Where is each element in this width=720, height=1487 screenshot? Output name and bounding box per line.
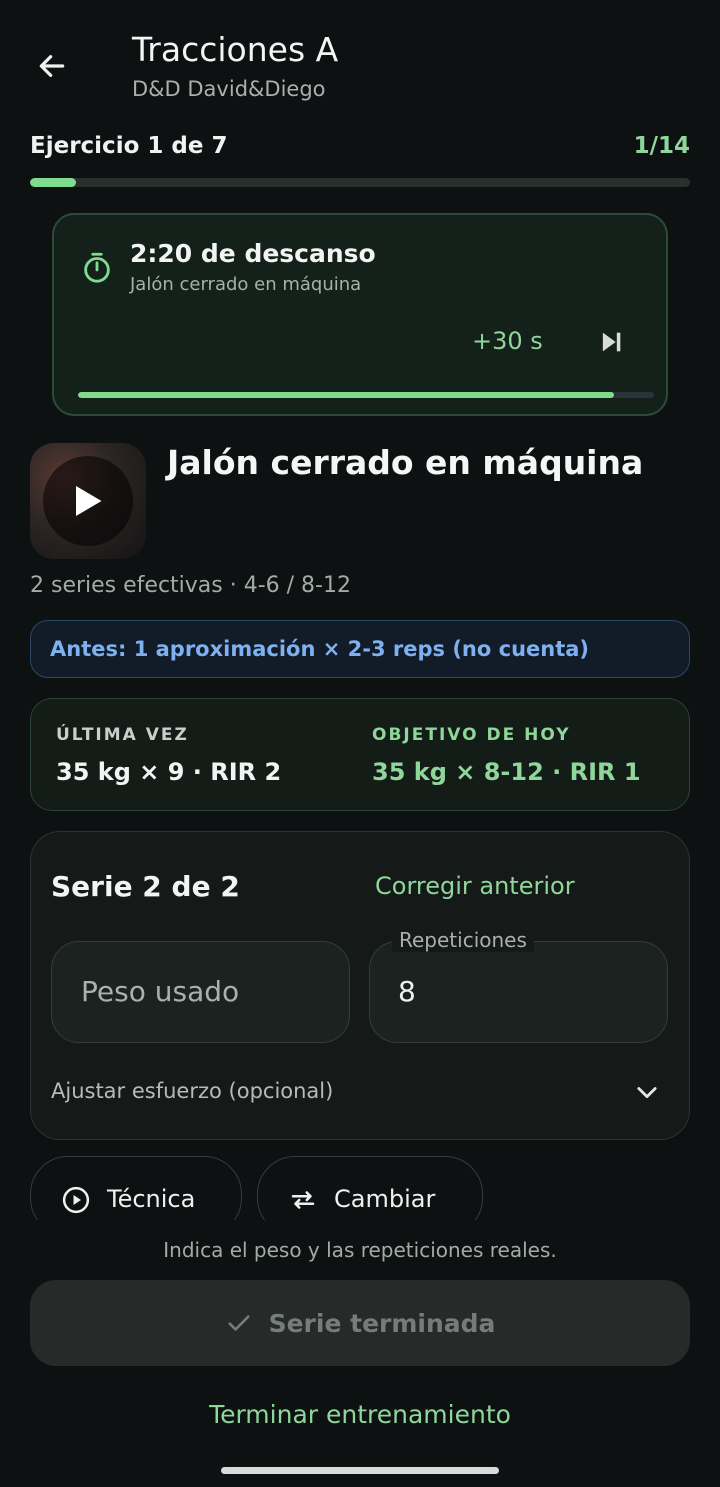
page-subtitle: D&D David&Diego bbox=[132, 77, 326, 101]
reps-label: Repeticiones bbox=[392, 928, 534, 952]
weight-input[interactable]: Peso usado bbox=[51, 941, 350, 1043]
set-title: Serie 2 de 2 bbox=[51, 870, 240, 903]
home-indicator[interactable] bbox=[221, 1467, 499, 1474]
reps-value: 8 bbox=[398, 975, 416, 1008]
rest-progress-bar bbox=[78, 392, 654, 398]
swap-label: Cambiar bbox=[334, 1185, 436, 1213]
rest-timer-exercise: Jalón cerrado en máquina bbox=[130, 274, 362, 295]
timer-icon bbox=[84, 252, 110, 283]
technique-label: Técnica bbox=[107, 1185, 196, 1213]
workout-progress-bar bbox=[30, 178, 690, 187]
exercise-name: Jalón cerrado en máquina bbox=[167, 443, 644, 482]
back-button[interactable] bbox=[30, 44, 74, 88]
page-title: Tracciones A bbox=[132, 30, 339, 69]
workout-progress-fill bbox=[30, 178, 77, 187]
rest-progress-fill bbox=[78, 392, 614, 398]
today-goal-value: 35 kg × 8-12 · RIR 1 bbox=[372, 758, 641, 786]
hint-text: Indica el peso y las repeticiones reales… bbox=[163, 1238, 557, 1262]
set-progress-count: 1/14 bbox=[633, 133, 690, 159]
reps-input[interactable]: Repeticiones 8 bbox=[369, 928, 668, 1043]
chevron-down-icon[interactable] bbox=[633, 1078, 661, 1106]
exercise-video-thumbnail[interactable] bbox=[30, 443, 146, 559]
swap-icon bbox=[291, 1191, 315, 1209]
warmup-note: Antes: 1 aproximación × 2-3 reps (no cue… bbox=[30, 620, 690, 678]
comparison-card: ÚLTIMA VEZ 35 kg × 9 · RIR 2 OBJETIVO DE… bbox=[30, 698, 690, 811]
add-30s-button[interactable]: +30 s bbox=[472, 327, 543, 355]
check-icon bbox=[227, 1315, 250, 1331]
last-time-label: ÚLTIMA VEZ bbox=[56, 725, 189, 745]
last-time-value: 35 kg × 9 · RIR 2 bbox=[56, 758, 282, 786]
finish-set-button[interactable]: Serie terminada bbox=[30, 1280, 690, 1366]
skip-next-icon bbox=[602, 332, 621, 352]
play-button[interactable] bbox=[43, 456, 133, 546]
rest-timer-title: 2:20 de descanso bbox=[130, 239, 376, 268]
exercise-meta: 2 series efectivas · 4-6 / 8-12 bbox=[30, 573, 351, 598]
skip-rest-button[interactable] bbox=[594, 325, 628, 359]
warmup-note-text: Antes: 1 aproximación × 2-3 reps (no cue… bbox=[50, 637, 590, 661]
rest-timer-card: 2:20 de descanso Jalón cerrado en máquin… bbox=[52, 213, 668, 416]
finish-workout-button[interactable]: Terminar entrenamiento bbox=[0, 1400, 720, 1429]
set-entry-card: Serie 2 de 2 Corregir anterior Peso usad… bbox=[30, 831, 690, 1140]
correct-previous-button[interactable]: Corregir anterior bbox=[375, 872, 575, 900]
play-circle-icon bbox=[62, 1186, 90, 1214]
arrow-left-icon bbox=[39, 55, 65, 77]
finish-set-label: Serie terminada bbox=[268, 1308, 496, 1338]
play-icon bbox=[76, 486, 102, 516]
today-goal-label: OBJETIVO DE HOY bbox=[372, 725, 571, 745]
exercise-progress-label: Ejercicio 1 de 7 bbox=[30, 133, 228, 159]
weight-placeholder: Peso usado bbox=[81, 975, 240, 1008]
adjust-effort-toggle[interactable]: Ajustar esfuerzo (opcional) bbox=[51, 1079, 333, 1103]
